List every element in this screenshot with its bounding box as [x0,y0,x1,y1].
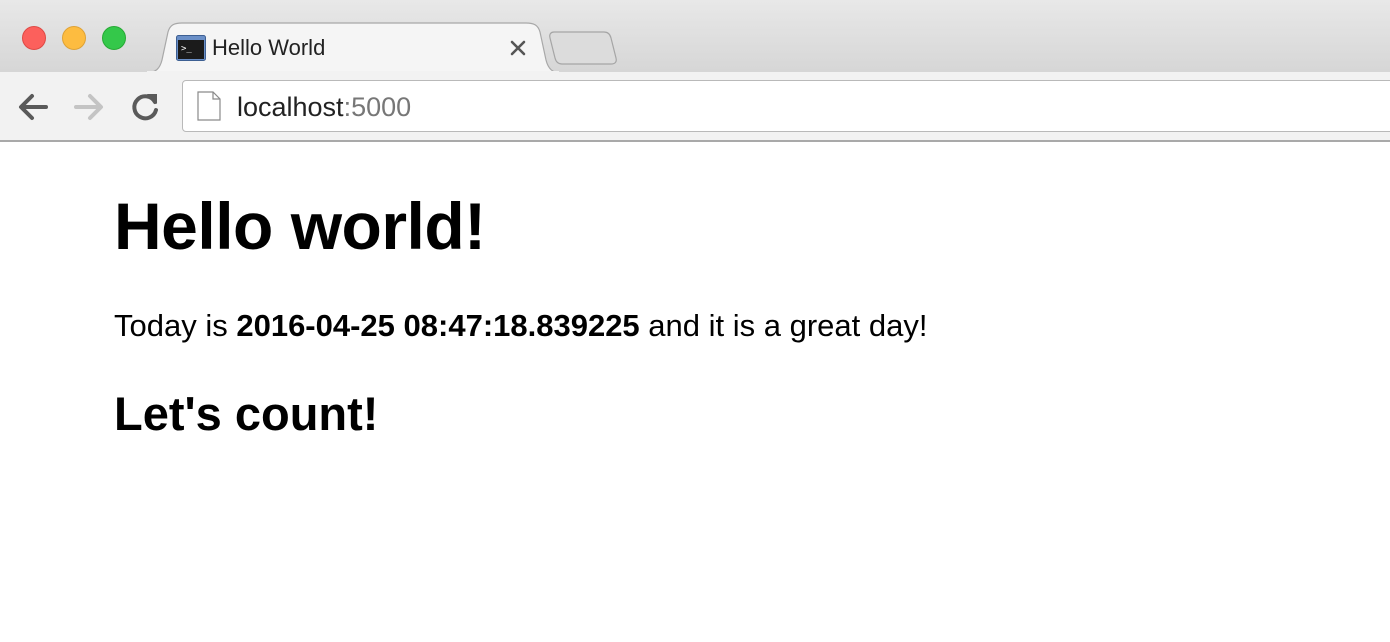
url-port: :5000 [343,92,412,122]
back-arrow-icon[interactable] [16,90,50,124]
count-subheading: Let's count! [114,387,379,440]
toolbar: localhost:5000 [0,72,1390,142]
url-text[interactable]: localhost:5000 [237,91,411,123]
intro-prefix: Today is [114,308,237,343]
forward-arrow-icon[interactable] [72,90,106,124]
terminal-icon: >_ [176,35,206,61]
new-tab-button[interactable] [548,30,620,66]
page-icon [197,91,221,121]
browser-window: >_ Hello World localhost:5000 Hello worl… [0,0,1390,642]
tab-strip: >_ Hello World [0,0,1390,74]
window-zoom-button[interactable] [102,26,126,50]
window-close-button[interactable] [22,26,46,50]
tab-hello-world[interactable]: >_ Hello World [146,22,560,74]
datetime-value: 2016-04-25 08:47:18.839225 [236,308,640,343]
intro-suffix: and it is a great day! [639,308,928,343]
address-bar[interactable]: localhost:5000 [182,80,1390,132]
tab-title: Hello World [212,35,326,60]
reload-icon[interactable] [128,90,162,124]
intro-paragraph: Today is 2016-04-25 08:47:18.839225 and … [114,308,927,344]
url-host: localhost [237,92,344,122]
svg-text:>_: >_ [181,44,192,54]
tab-shape [146,22,560,74]
close-icon[interactable] [504,34,532,62]
page-heading: Hello world! [114,189,486,263]
window-minimize-button[interactable] [62,26,86,50]
